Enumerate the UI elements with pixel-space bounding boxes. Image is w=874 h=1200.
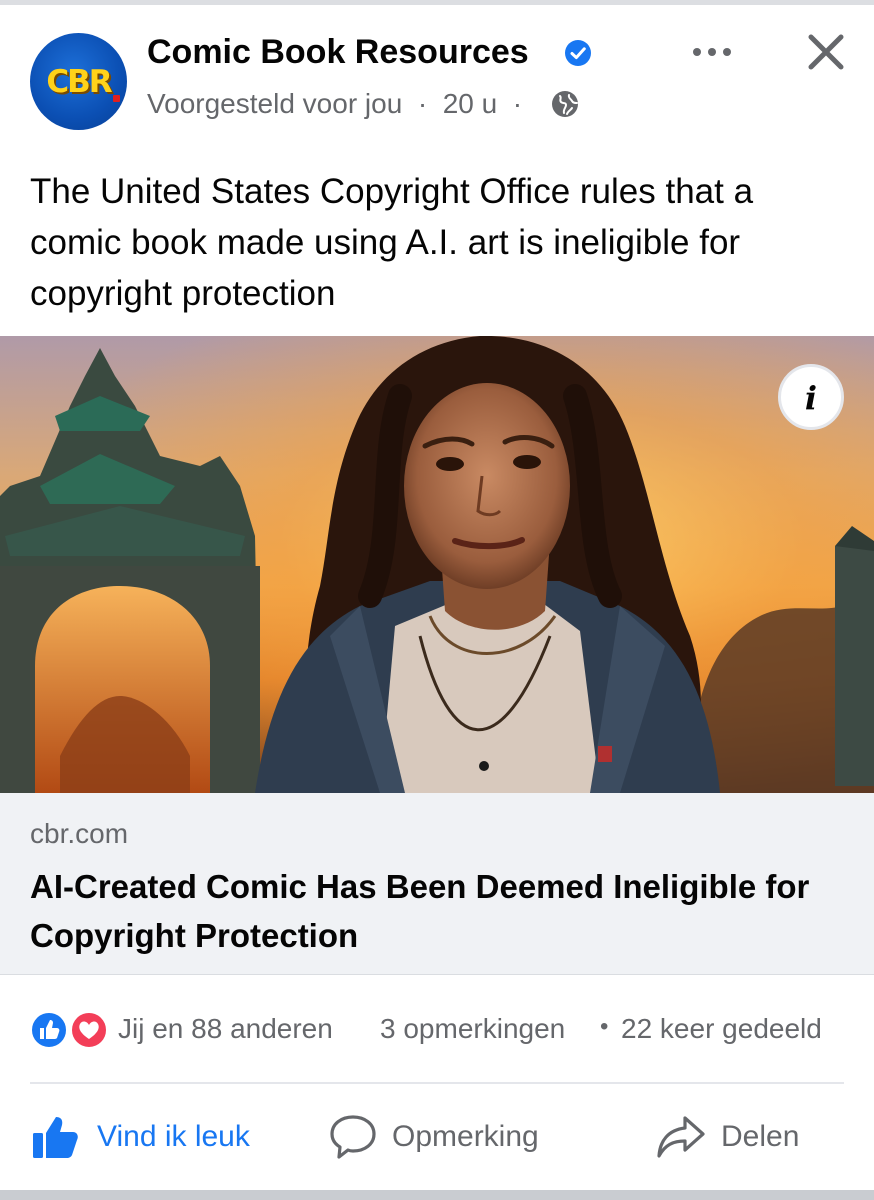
love-reaction-icon bbox=[70, 1011, 108, 1049]
suggested-label: Voorgesteld voor jou bbox=[147, 88, 403, 119]
page-name[interactable]: Comic Book Resources bbox=[147, 33, 529, 72]
engagement-separator: • bbox=[600, 1013, 609, 1040]
avatar-logo-text: CBR bbox=[46, 64, 112, 100]
info-button[interactable]: i bbox=[778, 364, 844, 430]
more-options-icon[interactable] bbox=[688, 38, 736, 66]
globe-icon bbox=[552, 91, 578, 117]
shares-count[interactable]: 22 keer gedeeld bbox=[621, 1013, 822, 1045]
post-timestamp[interactable]: 20 u bbox=[443, 88, 498, 120]
post-image[interactable] bbox=[0, 336, 874, 793]
page-avatar[interactable]: CBR bbox=[30, 33, 127, 130]
post-meta: Voorgesteld voor jou · 20 u · bbox=[147, 88, 522, 120]
comment-label: Opmerking bbox=[392, 1120, 539, 1153]
thumbs-up-icon bbox=[33, 1117, 78, 1158]
info-icon: i bbox=[804, 379, 818, 417]
verified-badge-icon bbox=[565, 40, 591, 66]
comments-count[interactable]: 3 opmerkingen bbox=[380, 1013, 565, 1045]
comment-icon bbox=[330, 1115, 376, 1159]
meta-separator: · bbox=[505, 88, 523, 119]
like-label: Vind ik leuk bbox=[97, 1120, 250, 1153]
meta-separator: · bbox=[410, 88, 435, 119]
top-divider bbox=[0, 0, 874, 5]
bottom-divider bbox=[0, 1190, 874, 1200]
actions-divider bbox=[30, 1082, 844, 1084]
close-icon[interactable] bbox=[804, 30, 848, 74]
share-button[interactable]: Delen bbox=[655, 1108, 815, 1166]
like-button[interactable]: Vind ik leuk bbox=[30, 1108, 270, 1166]
post-text: The United States Copyright Office rules… bbox=[30, 172, 754, 313]
avatar-logo-dot bbox=[113, 95, 120, 102]
link-domain: cbr.com bbox=[30, 818, 129, 849]
comment-button[interactable]: Opmerking bbox=[328, 1108, 558, 1166]
share-icon bbox=[657, 1116, 705, 1158]
reactions-summary[interactable]: Jij en 88 anderen bbox=[118, 1013, 333, 1045]
share-label: Delen bbox=[721, 1120, 800, 1153]
post-image-illustration bbox=[0, 336, 874, 793]
like-reaction-icon bbox=[30, 1011, 68, 1049]
link-title[interactable]: AI-Created Comic Has Been Deemed Ineligi… bbox=[30, 862, 860, 960]
